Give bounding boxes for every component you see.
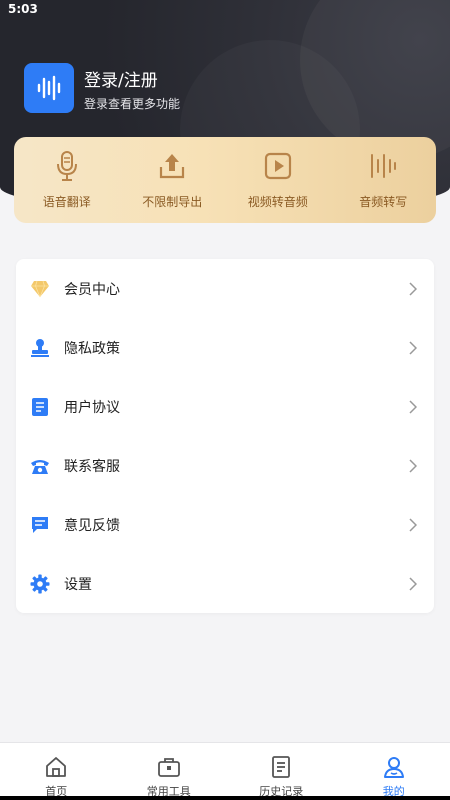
- chevron-right-icon: [406, 340, 420, 355]
- chevron-right-icon: [406, 576, 420, 591]
- quick-actions-bar: 语音翻译 不限制导出 视频转音频 音频转写: [14, 137, 436, 223]
- document-icon: [30, 397, 50, 417]
- chevron-right-icon: [406, 399, 420, 414]
- user-icon: [382, 755, 406, 779]
- history-icon: [269, 755, 293, 779]
- nav-tab-history[interactable]: 历史记录: [225, 743, 338, 800]
- quick-action-voice-translate[interactable]: 语音翻译: [17, 149, 117, 210]
- stamp-icon: [30, 338, 50, 358]
- system-bottom-bar: [0, 796, 450, 800]
- quick-action-label: 语音翻译: [42, 195, 91, 209]
- quick-action-label: 音频转写: [359, 195, 408, 209]
- menu-item-label: 会员中心: [64, 281, 120, 298]
- diamond-icon: [30, 279, 50, 299]
- audio-bars-icon: [366, 149, 400, 183]
- menu-item-feedback[interactable]: 意见反馈: [16, 495, 434, 554]
- menu-item-label: 联系客服: [64, 458, 120, 475]
- menu-item-membership[interactable]: 会员中心: [16, 259, 434, 318]
- gear-icon: [30, 574, 50, 594]
- menu-item-label: 隐私政策: [64, 340, 120, 357]
- message-icon: [30, 515, 50, 535]
- chevron-right-icon: [406, 281, 420, 296]
- quick-action-video-to-audio[interactable]: 视频转音频: [228, 149, 328, 210]
- menu-item-label: 设置: [64, 576, 92, 593]
- menu-item-customer-service[interactable]: 联系客服: [16, 436, 434, 495]
- quick-action-audio-transcribe[interactable]: 音频转写: [333, 149, 433, 210]
- upload-icon: [155, 149, 189, 183]
- settings-menu: 会员中心 隐私政策 用户协议 联系客服 意见反馈 设置: [16, 259, 434, 613]
- menu-item-user-agreement[interactable]: 用户协议: [16, 377, 434, 436]
- menu-item-label: 意见反馈: [64, 517, 120, 534]
- nav-tab-tools[interactable]: 常用工具: [113, 743, 226, 800]
- sound-wave-icon: [37, 75, 61, 101]
- nav-tab-mine[interactable]: 我的: [338, 743, 450, 800]
- home-icon: [44, 755, 68, 779]
- quick-action-label: 不限制导出: [142, 195, 203, 209]
- login-register-link[interactable]: 登录/注册: [84, 66, 158, 91]
- quick-action-unlimited-export[interactable]: 不限制导出: [122, 149, 222, 210]
- status-time: 5:03: [8, 2, 38, 16]
- menu-item-settings[interactable]: 设置: [16, 554, 434, 613]
- microphone-icon: [50, 149, 84, 183]
- phone-icon: [30, 456, 50, 476]
- login-subtitle: 登录查看更多功能: [84, 97, 181, 111]
- quick-action-label: 视频转音频: [247, 195, 308, 209]
- menu-item-label: 用户协议: [64, 399, 120, 416]
- menu-item-privacy-policy[interactable]: 隐私政策: [16, 318, 434, 377]
- chevron-right-icon: [406, 458, 420, 473]
- app-logo[interactable]: [24, 63, 74, 113]
- chevron-right-icon: [406, 517, 420, 532]
- bottom-navigation: 首页 常用工具 历史记录 我的: [0, 742, 450, 800]
- nav-tab-home[interactable]: 首页: [0, 743, 113, 800]
- play-icon: [261, 149, 295, 183]
- toolbox-icon: [157, 755, 181, 779]
